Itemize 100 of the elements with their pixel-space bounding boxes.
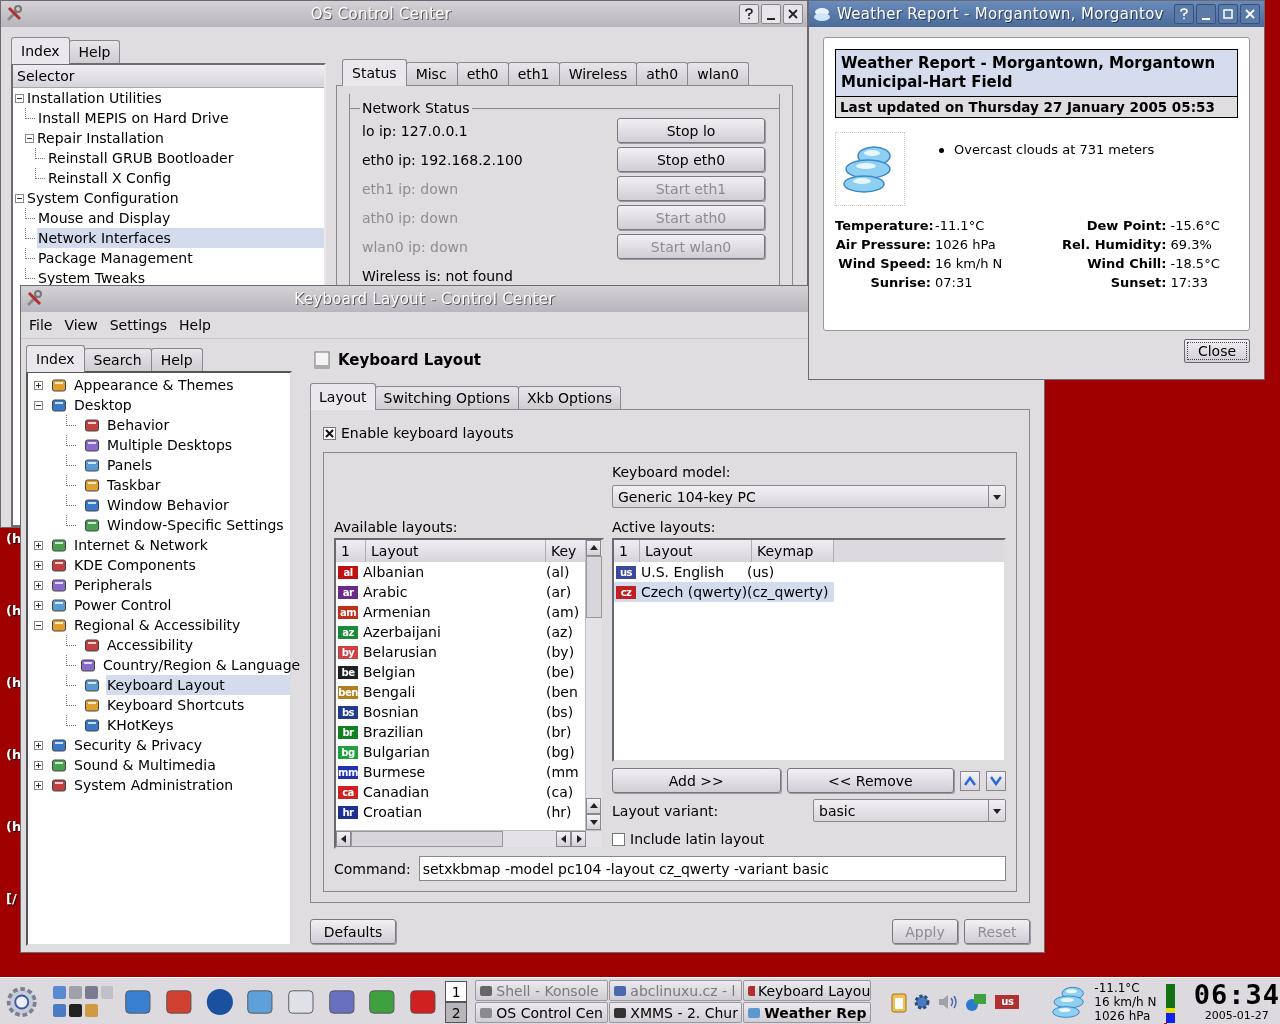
tree-item[interactable]: System Configuration (26, 188, 324, 208)
tree-item[interactable]: Window Behavior (106, 495, 290, 515)
tree-item[interactable]: Internet & Network (73, 535, 290, 555)
help-button[interactable] (1174, 4, 1194, 24)
maximize-button[interactable] (1218, 4, 1238, 24)
tree-item[interactable]: Keyboard Shortcuts (106, 695, 290, 715)
expand-icon[interactable] (34, 560, 43, 570)
tab[interactable]: Index (26, 345, 85, 372)
column-header[interactable]: Key (546, 540, 585, 562)
tab[interactable]: eth0 (456, 62, 509, 85)
column-header[interactable]: 1 (336, 540, 366, 562)
clipboard-icon[interactable] (891, 990, 908, 1013)
table-cell[interactable]: U.S. English (641, 562, 747, 582)
desktop-switcher[interactable]: 1 (444, 980, 468, 1002)
tree-item[interactable]: Appearance & Themes (73, 375, 290, 395)
menu-item[interactable]: Help (173, 317, 217, 333)
expand-icon[interactable] (34, 540, 43, 550)
tree-item[interactable]: Network Interfaces (37, 228, 324, 248)
taskbar-button[interactable]: OS Control Cen (475, 1002, 609, 1023)
add-button[interactable]: Add >> (612, 768, 781, 793)
scrollbar[interactable] (585, 540, 602, 830)
expand-icon[interactable] (34, 580, 43, 590)
collapse-icon[interactable] (34, 620, 43, 630)
network-icon[interactable] (965, 991, 988, 1012)
tree-item[interactable]: Keyboard Layout (106, 675, 290, 695)
tree-item[interactable]: Install MEPIS on Hard Drive (37, 108, 324, 128)
collapse-icon[interactable] (15, 193, 24, 203)
tab[interactable]: Search (83, 348, 152, 371)
scrollbar-thumb[interactable] (586, 556, 602, 618)
menu-item[interactable]: Settings (103, 317, 174, 333)
expand-icon[interactable] (34, 760, 43, 770)
flag-icon[interactable]: us (995, 994, 1020, 1009)
table-cell[interactable]: (cz_qwerty) (747, 582, 832, 602)
tree-item[interactable]: Package Management (37, 248, 324, 268)
menu-item[interactable]: View (58, 317, 104, 333)
collapse-icon[interactable] (25, 133, 34, 143)
expand-icon[interactable] (34, 780, 43, 790)
column-header[interactable]: Layout (640, 540, 752, 562)
table-cell[interactable]: (us) (747, 562, 832, 582)
desktop-icon-label[interactable]: (h (6, 672, 22, 694)
minimize-button[interactable] (1196, 4, 1216, 24)
tools-icon[interactable] (25, 290, 43, 308)
clock-time[interactable]: 06:34 (1193, 981, 1280, 1009)
tree-item[interactable]: Reinstall X Config (47, 168, 324, 188)
layout-variant-select[interactable]: basic (813, 799, 1006, 822)
tree-item[interactable]: Behavior (106, 415, 290, 435)
scrollbar[interactable] (336, 830, 602, 847)
tree-item[interactable]: Accessibility (106, 635, 290, 655)
taskbar-button[interactable]: XMMS - 2. Chur (609, 1002, 743, 1023)
close-button[interactable] (1240, 4, 1260, 24)
close-button[interactable]: Close (1184, 339, 1250, 363)
taskbar-button[interactable]: Keyboard Layou (743, 980, 872, 1001)
expand-icon[interactable] (34, 740, 43, 750)
menu-item[interactable]: File (23, 317, 59, 333)
tree-item[interactable]: KDE Components (73, 555, 290, 575)
tree-item[interactable]: Desktop (73, 395, 290, 415)
taskbar-button[interactable]: Weather Rep (743, 1002, 872, 1023)
tab[interactable]: Misc (405, 62, 458, 85)
interface-button[interactable]: Stop eth0 (617, 147, 765, 172)
move-up-button[interactable] (960, 770, 981, 791)
tab[interactable]: Xkb Options (518, 386, 622, 409)
tab[interactable]: Status (342, 59, 407, 86)
interface-button[interactable]: Stop lo (617, 118, 765, 143)
keyboard-model-select[interactable]: Generic 104-key PC (612, 485, 1006, 508)
minimize-button[interactable] (761, 4, 781, 24)
tree-item[interactable]: Power Control (73, 595, 290, 615)
checkbox[interactable] (612, 832, 625, 846)
scrollbar-thumb[interactable] (351, 831, 503, 847)
tree-item[interactable]: Country/Region & Language (102, 655, 304, 675)
tools-icon[interactable] (5, 5, 23, 23)
command-field[interactable]: setxkbmap -model pc104 -layout cz_qwerty -variant basic (418, 856, 1006, 881)
tree-item[interactable]: Panels (106, 455, 290, 475)
tree-item[interactable]: Regional & Accessibility (73, 615, 290, 635)
tree-item[interactable]: Peripherals (73, 575, 290, 595)
tab[interactable]: Wireless (558, 62, 638, 85)
tree-item[interactable]: System Tweaks (37, 268, 324, 288)
move-down-button[interactable] (986, 770, 1006, 791)
tab[interactable]: eth1 (507, 62, 560, 85)
collapse-icon[interactable] (34, 400, 43, 410)
remove-button[interactable]: << Remove (786, 768, 955, 793)
desktop-icon-label[interactable]: (h (6, 528, 22, 550)
expand-icon[interactable] (34, 600, 43, 610)
tree-item[interactable]: Window-Specific Settings (106, 515, 290, 535)
defaults-button[interactable]: Defaults (310, 919, 396, 944)
tab[interactable]: Help (68, 40, 121, 63)
tab[interactable]: Help (150, 348, 203, 371)
expand-icon[interactable] (34, 380, 43, 390)
desktop-icon-label[interactable]: (h (6, 600, 22, 622)
table-cell[interactable]: Czech (qwerty) (641, 582, 747, 602)
weather-icon[interactable] (813, 6, 831, 22)
tree-item[interactable]: Security & Privacy (73, 735, 290, 755)
tab[interactable]: wlan0 (687, 62, 749, 85)
desktop-icon-label[interactable]: [/ (6, 888, 22, 910)
tab[interactable]: ath0 (636, 62, 689, 85)
tree-item[interactable]: Taskbar (106, 475, 290, 495)
desktop-switcher[interactable]: 2 (444, 1001, 468, 1023)
column-header[interactable]: Keymap (752, 540, 834, 562)
tree-item[interactable]: System Administration (73, 775, 290, 795)
tree-item[interactable]: Sound & Multimedia (73, 755, 290, 775)
tree-item[interactable]: Multiple Desktops (106, 435, 290, 455)
